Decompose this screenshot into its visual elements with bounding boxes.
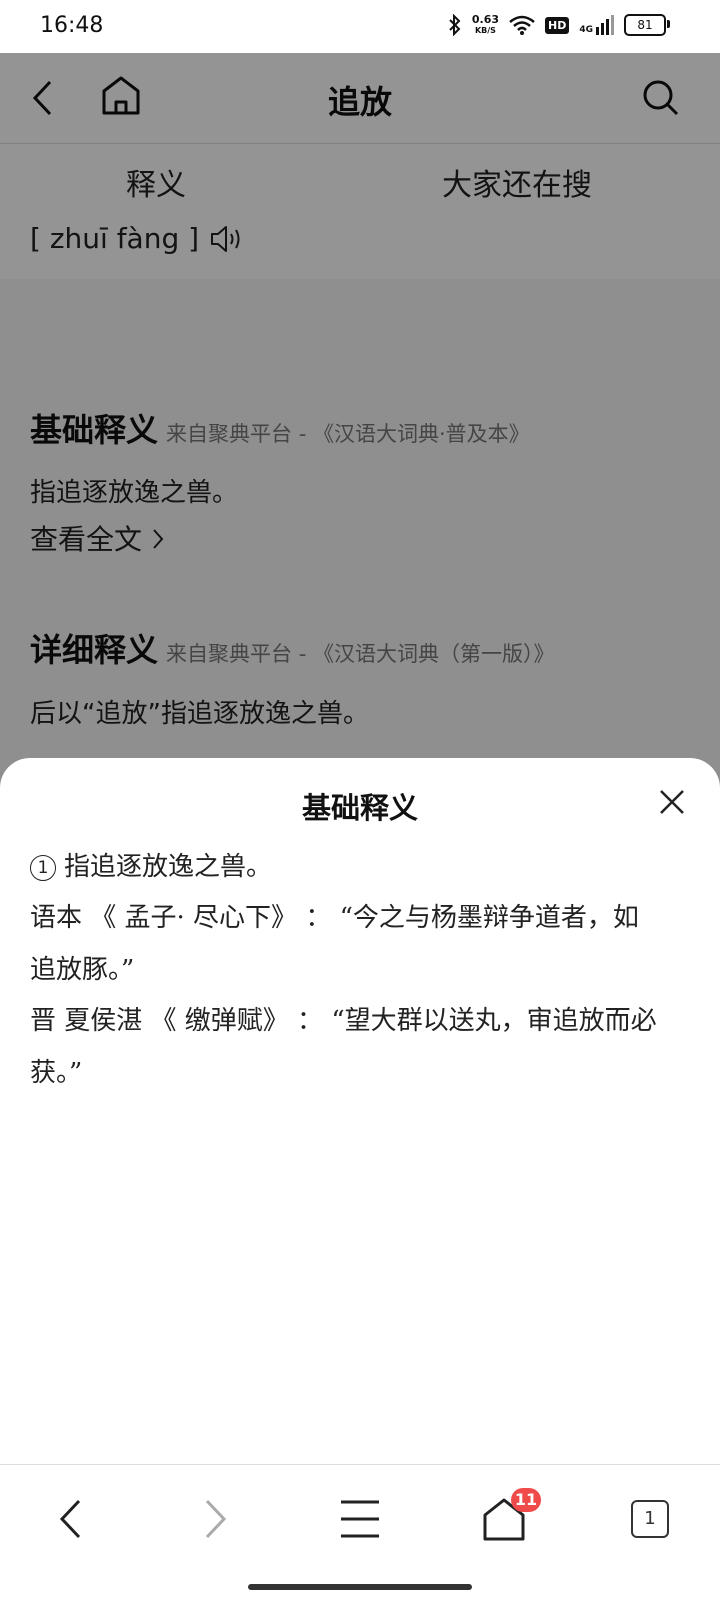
status-time: 16:48: [40, 13, 104, 38]
browser-toolbar: [0, 1464, 720, 1601]
hd-badge: HD: [545, 16, 570, 34]
bluetooth-icon: [449, 14, 461, 36]
sheet-quote-line: 晋 夏侯湛 《 缴弹赋》 ： “望大群以送丸，审追放而必: [30, 1006, 657, 1036]
close-icon[interactable]: [656, 786, 688, 818]
sheet-definition: 1 指追逐放逸之兽。: [30, 846, 272, 883]
sheet-title: 基础释义: [301, 791, 418, 825]
home-indicator: [248, 1584, 472, 1590]
signal-icon: 4G: [579, 15, 614, 35]
status-bar: 16:48 0.63 KB/S HD 4G 81: [0, 0, 720, 53]
sheet-quote-line: 语本 《 孟子· 尽心下》 ： “今之与杨墨辩争道者，如: [30, 903, 639, 933]
forward-icon[interactable]: [190, 1495, 238, 1543]
network-speed: 0.63 KB/S: [471, 13, 499, 35]
menu-icon[interactable]: [336, 1495, 384, 1543]
home-notification-badge: 11: [511, 1488, 541, 1512]
sheet-quote-line: 获。”: [30, 1058, 83, 1088]
battery-icon: 81: [624, 14, 670, 36]
item-number: 1: [30, 855, 56, 881]
wifi-icon: [509, 15, 535, 35]
sheet-quote-line: 追放豚。”: [30, 955, 135, 985]
status-icons: 0.63 KB/S HD 4G 81: [448, 13, 670, 36]
tab-count-button[interactable]: 1: [631, 1500, 669, 1538]
back-icon[interactable]: [48, 1495, 96, 1543]
